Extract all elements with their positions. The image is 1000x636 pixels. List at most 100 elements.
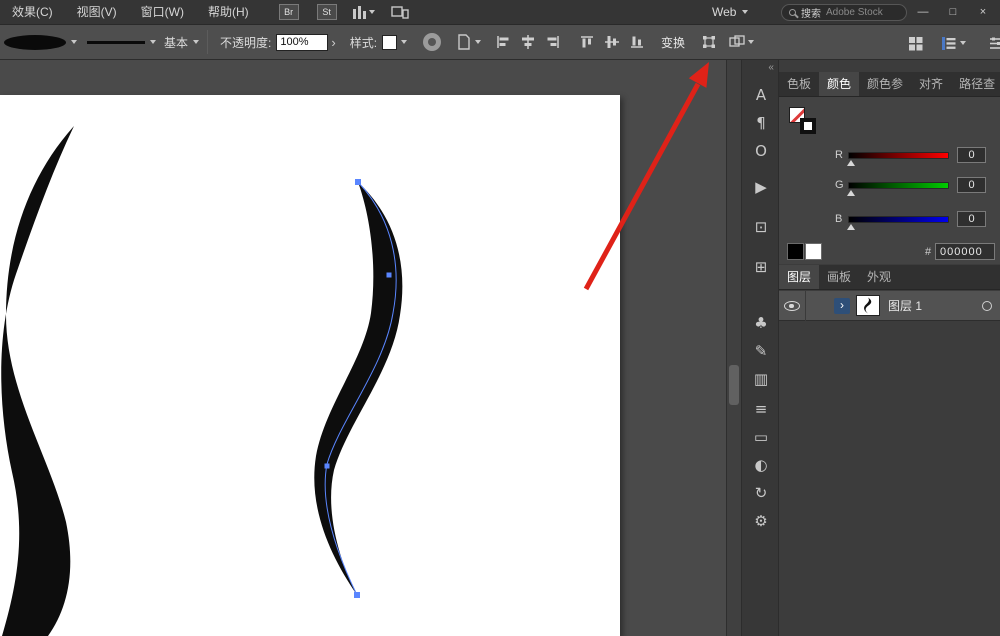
character-panel-icon[interactable]: A <box>742 82 780 108</box>
menu-help[interactable]: 帮助(H) <box>196 0 261 24</box>
hex-input[interactable] <box>935 243 995 260</box>
tab-artboards[interactable]: 画板 <box>819 265 859 289</box>
asset-export-panel-icon[interactable]: ⊡ <box>742 214 780 240</box>
graph-panel-icon[interactable]: ▥ <box>742 366 780 392</box>
white-swatch[interactable] <box>805 243 822 260</box>
fill-color-dropdown[interactable] <box>4 35 77 50</box>
align-group-horizontal <box>491 30 565 54</box>
slider-thumb-icon[interactable] <box>847 224 855 230</box>
recolor-artwork-icon[interactable] <box>423 33 441 51</box>
menu-effect[interactable]: 效果(C) <box>0 0 65 24</box>
control-bar-right <box>903 25 1000 61</box>
caret-down-icon <box>960 41 966 45</box>
arrange-documents-icon[interactable] <box>903 31 927 55</box>
channel-b-value[interactable] <box>957 211 986 227</box>
channel-row-g: G <box>779 177 1000 193</box>
layer-thumbnail-art <box>857 296 879 315</box>
menu-window[interactable]: 窗口(W) <box>129 0 196 24</box>
stock-icon[interactable]: St <box>317 4 337 20</box>
workspace-select[interactable]: Web <box>712 0 748 24</box>
stroke-proxy[interactable] <box>800 118 816 134</box>
symbols-panel-icon[interactable]: ♣ <box>742 310 780 336</box>
tab-layers[interactable]: 图层 <box>779 265 819 289</box>
canvas-area[interactable] <box>0 60 726 636</box>
channel-b-label: B <box>835 213 842 225</box>
align-horizontal-right-icon[interactable] <box>541 30 565 54</box>
opacity-label: 不透明度: <box>220 34 271 51</box>
channel-r-value[interactable] <box>957 147 986 163</box>
restore-button[interactable]: □ <box>938 0 968 24</box>
expand-layer-icon[interactable]: › <box>834 298 850 314</box>
brushes-panel-icon[interactable]: ✎ <box>742 338 780 364</box>
black-swatch[interactable] <box>787 243 804 260</box>
search-icon <box>789 9 796 16</box>
artwork-svg[interactable] <box>0 60 726 636</box>
search-placeholder-cn: 搜索 <box>801 5 821 20</box>
close-button[interactable]: × <box>968 0 998 24</box>
appearance-panel-icon[interactable]: ▭ <box>742 424 780 450</box>
minimize-button[interactable]: — <box>908 0 938 24</box>
search-placeholder-brand: Adobe Stock <box>826 7 883 18</box>
anchor-point[interactable] <box>325 464 330 469</box>
align-horizontal-center-icon[interactable] <box>516 30 540 54</box>
align-vertical-center-icon[interactable] <box>600 30 624 54</box>
tab-swatches[interactable]: 色板 <box>779 72 819 96</box>
opentype-panel-icon[interactable]: O <box>742 138 780 164</box>
menu-view[interactable]: 视图(V) <box>65 0 129 24</box>
right-panel-dock: 色板 颜色 颜色参 对齐 路径查 R G B <box>779 60 1000 636</box>
channel-g-value[interactable] <box>957 177 986 193</box>
slider-thumb-icon[interactable] <box>847 160 855 166</box>
menu-bar: 效果(C) 视图(V) 窗口(W) 帮助(H) Br St Web 搜索 Ado… <box>0 0 1000 24</box>
eye-icon <box>784 301 800 311</box>
stroke-panel-icon[interactable]: ≡ <box>742 396 780 422</box>
style-dropdown[interactable] <box>382 35 407 50</box>
actions-panel-icon[interactable]: ▶ <box>742 174 780 200</box>
control-bar: 基本 不透明度: › 样式: <box>0 24 1000 60</box>
bridge-icon[interactable]: Br <box>279 4 299 20</box>
layer-row[interactable]: › 图层 1 <box>779 291 1000 321</box>
tab-appearance[interactable]: 外观 <box>859 265 899 289</box>
layer-target-icon[interactable] <box>982 301 992 311</box>
channel-row-b: B <box>779 211 1000 227</box>
stroke-color-dropdown[interactable] <box>87 40 156 44</box>
align-vertical-bottom-icon[interactable] <box>625 30 649 54</box>
stock-search-input[interactable]: 搜索 Adobe Stock <box>781 4 907 21</box>
tab-pathfinder[interactable]: 路径查 <box>951 72 1000 96</box>
window-controls: — □ × <box>908 0 998 24</box>
expand-panels-icon[interactable]: ‹‹ <box>768 62 773 73</box>
gradient-panel-icon[interactable]: ◐ <box>742 452 780 478</box>
scrollbar-thumb[interactable] <box>729 365 739 405</box>
device-preview-icon[interactable] <box>391 5 409 19</box>
transform-button[interactable]: 变换 <box>661 34 685 51</box>
workspace-switcher-icon[interactable] <box>353 6 375 19</box>
anchor-point[interactable] <box>354 592 360 598</box>
isolate-dropdown[interactable] <box>729 35 754 49</box>
channel-b-slider[interactable] <box>848 216 949 223</box>
slider-thumb-icon[interactable] <box>847 190 855 196</box>
free-transform-icon[interactable] <box>697 30 721 54</box>
tab-align[interactable]: 对齐 <box>911 72 951 96</box>
anchor-point[interactable] <box>355 179 361 185</box>
sliders-icon[interactable] <box>984 31 1000 55</box>
graphic-styles-panel-icon[interactable]: ⚙ <box>742 508 780 534</box>
document-setup-dropdown[interactable] <box>457 34 481 50</box>
panel-list-dropdown[interactable] <box>941 36 966 51</box>
paragraph-panel-icon[interactable]: ¶ <box>742 110 780 136</box>
visibility-cell[interactable] <box>779 291 806 321</box>
channel-g-slider[interactable] <box>848 182 949 189</box>
opacity-flyout-icon[interactable]: › <box>331 34 335 51</box>
layer-thumbnail[interactable] <box>856 295 880 316</box>
transform-panel-icon[interactable]: ⊞ <box>742 254 780 280</box>
channel-r-slider[interactable] <box>848 152 949 159</box>
layers-panel-body <box>779 322 1000 636</box>
tab-color[interactable]: 颜色 <box>819 72 859 96</box>
stroke-profile-dropdown[interactable]: 基本 <box>164 34 199 51</box>
opacity-input[interactable] <box>276 34 328 51</box>
symbol-sprayer-panel-icon[interactable]: ↻ <box>742 480 780 506</box>
caret-down-icon <box>150 40 156 44</box>
align-horizontal-left-icon[interactable] <box>491 30 515 54</box>
align-vertical-top-icon[interactable] <box>575 30 599 54</box>
vertical-scrollbar[interactable] <box>726 60 741 636</box>
tab-color-guide[interactable]: 颜色参 <box>859 72 911 96</box>
anchor-point[interactable] <box>387 273 392 278</box>
